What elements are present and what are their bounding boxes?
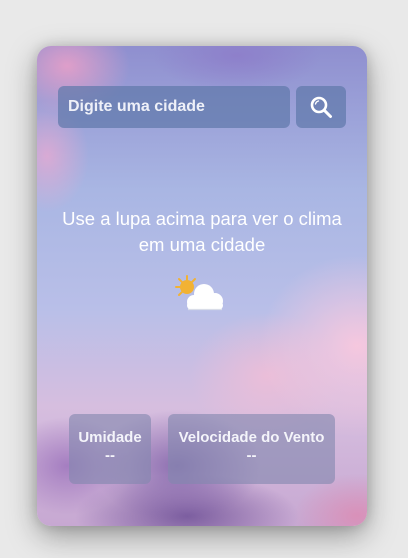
- search-input[interactable]: [68, 98, 283, 116]
- search-button[interactable]: [296, 86, 346, 128]
- partly-cloudy-icon: [175, 275, 223, 311]
- search-field[interactable]: [58, 86, 290, 128]
- wind-speed-label: Velocidade do Vento: [178, 429, 325, 446]
- humidity-value: --: [105, 447, 115, 464]
- search-icon: [310, 96, 332, 118]
- empty-state-message: Use a lupa acima para ver o clima em uma…: [62, 208, 342, 255]
- humidity-card: Umidade --: [69, 414, 151, 484]
- humidity-label: Umidade: [78, 429, 142, 446]
- wind-speed-card: Velocidade do Vento --: [168, 414, 335, 484]
- wind-speed-value: --: [246, 447, 257, 464]
- weather-card: Use a lupa acima para ver o clima em uma…: [37, 46, 367, 526]
